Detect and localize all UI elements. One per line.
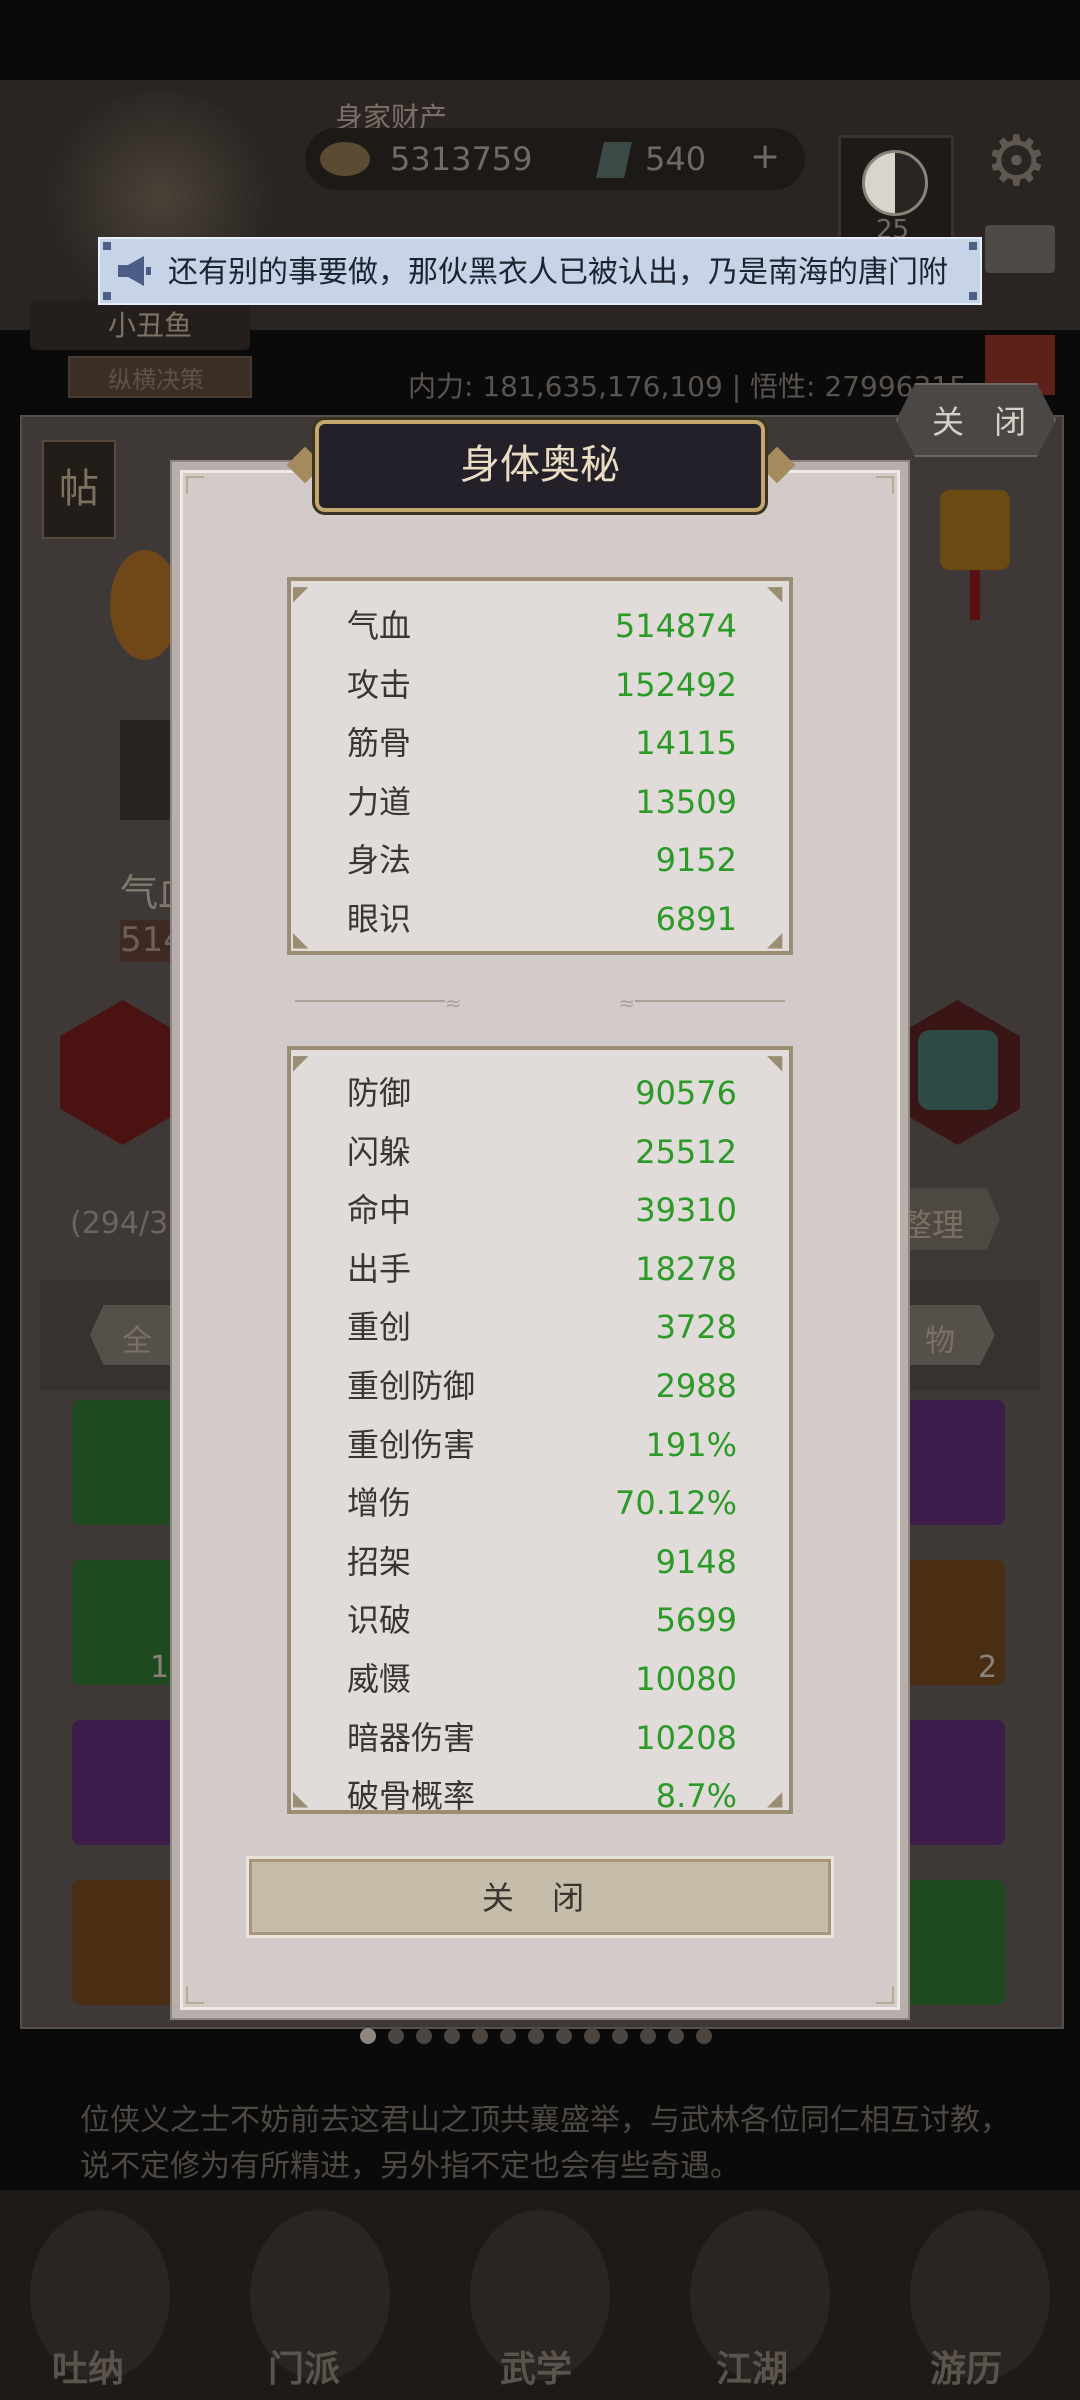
stat-name: 眼识 — [347, 900, 412, 938]
inventory-slot[interactable] — [72, 1720, 177, 1845]
stat-name: 出手 — [347, 1249, 412, 1288]
inventory-slot[interactable] — [900, 1880, 1005, 2005]
top-close-label: 关 闭 — [932, 403, 1037, 441]
stat-value: 514874 — [614, 607, 737, 645]
stat-name: 威慑 — [347, 1660, 412, 1698]
stat-row: 重创 3728 — [347, 1298, 737, 1356]
filter-items-label: 物 — [925, 1324, 955, 1359]
stat-row: 攻击 152492 — [347, 656, 737, 714]
stat-name: 筋骨 — [347, 724, 412, 763]
story-text: 位侠义之士不妨前去这君山之顶共襄盛举，与武林各位同仁相互讨教，说不定修为有所精进… — [80, 2103, 1010, 2184]
stat-value: 13509 — [635, 782, 737, 821]
charm-icon[interactable] — [940, 490, 1010, 570]
qi-partial: 514 — [120, 920, 185, 962]
inventory-slot[interactable] — [900, 1400, 1005, 1525]
stat-value: 191% — [645, 1425, 737, 1464]
stat-row: 命中 39310 — [347, 1181, 737, 1239]
stat-row: 气血 514874 — [347, 597, 737, 655]
stat-name: 暗器伤害 — [347, 1718, 476, 1757]
stat-row: 重创防御 2988 — [347, 1357, 737, 1415]
stat-value: 5699 — [655, 1601, 737, 1640]
stat-value: 70.12% — [614, 1484, 737, 1523]
stat-name: 招架 — [347, 1542, 412, 1581]
inventory-slot[interactable] — [72, 1400, 177, 1525]
resource-bar — [305, 128, 805, 190]
slot-count: (294/3 — [70, 1206, 169, 1241]
stat-value: 9148 — [655, 1542, 737, 1581]
stat-row: 识破 5699 — [347, 1591, 737, 1649]
primary-stats-box: ◤ ◥ ◣ ◢ 气血 514874 攻击 152492 筋骨 14115 力道 13509 身法… — [287, 577, 793, 955]
stat-value: 3728 — [655, 1308, 737, 1347]
stat-row: 身法 9152 — [347, 831, 737, 889]
stat-row: 出手 18278 — [347, 1240, 737, 1298]
nav-label: 门派 — [268, 2349, 341, 2390]
stat-value: 90576 — [635, 1074, 737, 1112]
stat-value: 25512 — [635, 1132, 737, 1171]
stat-row: 重创伤害 191% — [347, 1416, 737, 1474]
stat-row: 筋骨 14115 — [347, 714, 737, 772]
stat-name: 重创 — [347, 1308, 412, 1347]
stat-row: 闪躲 25512 — [347, 1123, 737, 1181]
megaphone-icon — [118, 256, 151, 286]
stat-value: 10208 — [635, 1718, 737, 1757]
player-name: 小丑鱼 — [108, 309, 193, 342]
stat-name: 命中 — [347, 1191, 412, 1230]
stat-value: 8.7% — [655, 1777, 737, 1814]
close-button-label: 关 闭 — [481, 1879, 599, 1917]
news-ticker: 还有别的事要做，那伙黑衣人已被认出，乃是南海的唐门附 — [98, 237, 982, 305]
slot-count-label: 2 — [978, 1650, 998, 1685]
stat-name: 重创伤害 — [347, 1425, 476, 1464]
jade-amount: 540 — [645, 140, 707, 178]
inner-power-line: 内力: 181,635,176,109 | 悟性: 27996315 — [408, 370, 967, 403]
gold-amount: 5313759 — [390, 140, 533, 178]
post-button[interactable]: 帖 — [42, 440, 116, 539]
stat-name: 身法 — [347, 841, 412, 880]
stat-value: 2988 — [655, 1367, 737, 1405]
stat-value: 152492 — [614, 665, 737, 704]
nav-label: 吐纳 — [52, 2349, 125, 2390]
stat-name: 增伤 — [347, 1484, 412, 1523]
charm-tassel — [970, 570, 980, 620]
stat-row: 力道 13509 — [347, 773, 737, 831]
secondary-stats-box[interactable]: ◤ ◥ ◣ ◢ 防御 90576 闪躲 25512 命中 39310 出手 18278 重创 37… — [287, 1046, 793, 1814]
stat-name: 重创防御 — [347, 1367, 476, 1405]
stat-value: 6891 — [655, 900, 737, 938]
stat-row: 招架 9148 — [347, 1533, 737, 1591]
stat-name: 气血 — [347, 607, 412, 645]
nav-label: 武学 — [500, 2349, 573, 2390]
gold-icon — [320, 142, 370, 176]
gear-icon[interactable]: ⚙ — [985, 120, 1048, 202]
stat-name: 识破 — [347, 1601, 412, 1640]
stat-value: 39310 — [635, 1191, 737, 1230]
stat-value: 14115 — [635, 724, 737, 763]
stat-name: 防御 — [347, 1074, 412, 1112]
stat-row: 防御 90576 — [347, 1064, 737, 1122]
inventory-slot[interactable] — [72, 1880, 177, 2005]
page-dots — [360, 2028, 712, 2044]
filter-all-label: 全 — [122, 1324, 152, 1359]
mail-icon[interactable] — [985, 225, 1055, 273]
ticker-text: 还有别的事要做，那伙黑衣人已被认出，乃是南海的唐门附 — [168, 255, 948, 290]
rank-label: 纵横决策 — [108, 366, 204, 394]
taiji-icon — [862, 150, 928, 216]
modal-title: 身体奥秘 — [460, 442, 620, 488]
mount-icon — [918, 1030, 998, 1110]
stat-row: 眼识 6891 — [347, 890, 737, 948]
stat-name: 闪躲 — [347, 1132, 412, 1171]
stat-row: 破骨概率 8.7% — [347, 1767, 737, 1814]
stat-name: 破骨概率 — [347, 1777, 476, 1814]
stat-value: 18278 — [635, 1249, 737, 1288]
add-jade-button[interactable]: + — [750, 136, 780, 177]
stat-value: 10080 — [635, 1660, 737, 1698]
stat-row: 增伤 70.12% — [347, 1474, 737, 1532]
stat-row: 暗器伤害 10208 — [347, 1709, 737, 1767]
section-divider: ≈ ≈ — [295, 991, 785, 1015]
inventory-slot[interactable] — [900, 1720, 1005, 1845]
stat-value: 9152 — [655, 841, 737, 880]
nav-label: 江湖 — [716, 2349, 789, 2390]
stat-name: 攻击 — [347, 665, 412, 704]
stat-name: 力道 — [347, 782, 412, 821]
nav-label: 游历 — [930, 2349, 1003, 2390]
stat-row: 威慑 10080 — [347, 1650, 737, 1708]
